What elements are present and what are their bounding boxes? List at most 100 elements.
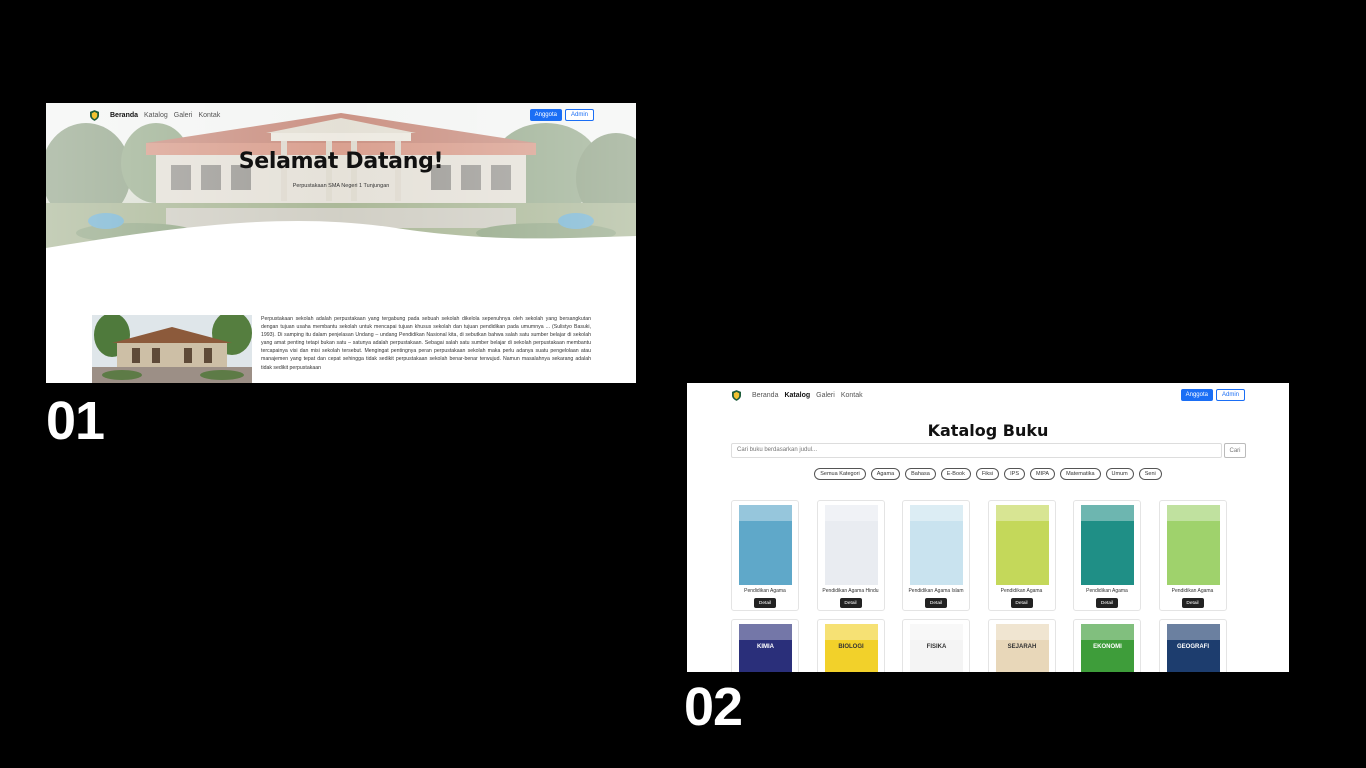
screen-label-01: 01 xyxy=(46,391,105,451)
book-cover[interactable] xyxy=(995,505,1049,585)
book-cover[interactable] xyxy=(910,505,963,585)
nav-item-beranda[interactable]: Beranda xyxy=(110,112,138,119)
nav-buttons: Anggota Admin xyxy=(1180,389,1245,401)
book-card[interactable]: EKONOMI xyxy=(1073,619,1141,672)
detail-button[interactable]: Detail xyxy=(839,598,862,608)
category-chip[interactable]: Semua Kategori xyxy=(814,468,866,480)
category-chip[interactable]: Fiksi xyxy=(975,468,1000,480)
hero-subtitle: Perpustakaan SMA Negeri 1 Tunjungan xyxy=(292,183,390,189)
cover-header xyxy=(739,505,792,521)
category-chip[interactable]: IPS xyxy=(1004,468,1026,480)
hero-wave-divider xyxy=(46,220,636,283)
nav-links: Beranda Katalog Galeri Kontak xyxy=(752,392,863,399)
hero-section: Selamat Datang! Perpustakaan SMA Negeri … xyxy=(46,103,636,283)
book-grid: Pendidikan Agama Detail Pendidikan Agama H… xyxy=(731,500,1231,672)
admin-button[interactable]: Admin xyxy=(564,109,594,121)
anggota-button[interactable]: Anggota xyxy=(1180,389,1213,401)
cover-subject: KIMIA xyxy=(757,644,774,650)
book-card[interactable]: Pendidikan Agama Islam Detail xyxy=(902,500,970,611)
nav-links: Beranda Katalog Galeri Kontak xyxy=(110,112,220,119)
book-title: Pendidikan Agama xyxy=(744,588,786,594)
nav-item-galeri[interactable]: Galeri xyxy=(174,112,193,119)
hero-title: Selamat Datang! xyxy=(238,149,444,174)
nav-item-galeri[interactable]: Galeri xyxy=(816,392,835,399)
cover-header xyxy=(910,624,963,640)
book-cover[interactable]: SEJARAH xyxy=(995,624,1049,672)
cover-header xyxy=(910,505,963,521)
catalog-title: Katalog Buku xyxy=(927,421,1049,440)
book-card[interactable]: KIMIA xyxy=(731,619,799,672)
book-cover[interactable]: KIMIA xyxy=(739,624,792,672)
book-cover[interactable]: EKONOMI xyxy=(1081,624,1134,672)
cover-subject: FISIKA xyxy=(926,644,947,650)
book-card[interactable]: Pendidikan Agama Detail xyxy=(1073,500,1141,611)
book-cover[interactable] xyxy=(739,505,792,585)
book-card[interactable]: GEOGRAFI xyxy=(1158,619,1227,672)
category-chip[interactable]: MIPA xyxy=(1030,468,1056,480)
nav-buttons: Anggota Admin xyxy=(529,109,594,121)
book-cover[interactable] xyxy=(1166,505,1220,585)
cover-header xyxy=(995,624,1049,640)
book-cover[interactable] xyxy=(824,505,878,585)
category-chip[interactable]: Bahasa xyxy=(905,468,936,480)
cover-subject: GEOGRAFI xyxy=(1176,644,1209,650)
book-title: Pendidikan Agama Islam xyxy=(908,588,964,594)
cover-header xyxy=(995,505,1049,521)
category-filters: Semua Kategori Agama Bahasa E-Book Fiksi… xyxy=(687,468,1289,480)
school-shield-logo-icon[interactable] xyxy=(732,389,741,401)
presentation-stage: Selamat Datang! Perpustakaan SMA Negeri … xyxy=(0,0,1366,768)
book-title: Pendidikan Agama Hindu xyxy=(822,588,879,594)
nav-item-beranda[interactable]: Beranda xyxy=(752,392,778,399)
book-cover[interactable]: FISIKA xyxy=(910,624,963,672)
book-card[interactable]: BIOLOGI xyxy=(816,619,885,672)
category-chip[interactable]: E-Book xyxy=(940,468,971,480)
school-shield-logo-icon[interactable] xyxy=(90,109,99,121)
navbar: Beranda Katalog Galeri Kontak Anggota Ad… xyxy=(732,388,1245,402)
screen-label-02: 02 xyxy=(684,677,743,737)
library-building-photo xyxy=(92,315,252,383)
cover-subject: SEJARAH xyxy=(1007,644,1037,650)
cover-subject: EKONOMI xyxy=(1093,644,1122,650)
nav-item-kontak[interactable]: Kontak xyxy=(198,112,220,119)
book-card[interactable]: SEJARAH xyxy=(987,619,1056,672)
search-bar: Cari buku berdasarkan judul... Cari xyxy=(731,443,1246,458)
book-card[interactable]: Pendidikan Agama Detail xyxy=(731,500,799,611)
category-chip[interactable]: Agama xyxy=(870,468,901,480)
detail-button[interactable]: Detail xyxy=(754,598,776,608)
book-title: Pendidikan Agama xyxy=(1000,588,1043,594)
book-card[interactable]: Pendidikan Agama Detail xyxy=(987,500,1056,611)
book-card[interactable]: Pendidikan Agama Detail xyxy=(1158,500,1227,611)
nav-item-katalog[interactable]: Katalog xyxy=(144,112,168,119)
book-cover[interactable] xyxy=(1081,505,1134,585)
cover-header xyxy=(1166,624,1220,640)
category-chip[interactable]: Umum xyxy=(1105,468,1134,480)
cover-header xyxy=(739,624,792,640)
cover-header xyxy=(1081,624,1134,640)
category-chip[interactable]: Matematika xyxy=(1060,468,1101,480)
book-cover[interactable]: GEOGRAFI xyxy=(1166,624,1220,672)
book-title: Pendidikan Agama xyxy=(1086,588,1128,594)
nav-item-katalog[interactable]: Katalog xyxy=(784,392,810,399)
navbar: Beranda Katalog Galeri Kontak Anggota Ad… xyxy=(90,108,594,122)
book-card[interactable]: FISIKA xyxy=(902,619,970,672)
search-input[interactable]: Cari buku berdasarkan judul... xyxy=(731,443,1222,458)
book-title: Pendidikan Agama xyxy=(1171,588,1214,594)
book-card[interactable]: Pendidikan Agama Hindu Detail xyxy=(816,500,885,611)
cover-subject: BIOLOGI xyxy=(838,644,864,650)
cover-header xyxy=(824,505,878,521)
detail-button[interactable]: Detail xyxy=(925,598,947,608)
search-button[interactable]: Cari xyxy=(1224,443,1246,458)
admin-button[interactable]: Admin xyxy=(1215,389,1245,401)
detail-button[interactable]: Detail xyxy=(1181,598,1204,608)
detail-button[interactable]: Detail xyxy=(1010,598,1033,608)
nav-item-kontak[interactable]: Kontak xyxy=(841,392,863,399)
cover-header xyxy=(1166,505,1220,521)
book-cover[interactable]: BIOLOGI xyxy=(824,624,878,672)
detail-button[interactable]: Detail xyxy=(1096,598,1118,608)
category-chip[interactable]: Seni xyxy=(1138,468,1162,480)
catalog-screenshot: Beranda Katalog Galeri Kontak Anggota Ad… xyxy=(687,383,1289,672)
about-paragraph: Perpustakaan sekolah adalah perpustakaan… xyxy=(261,316,591,371)
anggota-button[interactable]: Anggota xyxy=(529,109,562,121)
cover-header xyxy=(824,624,878,640)
homepage-screenshot: Selamat Datang! Perpustakaan SMA Negeri … xyxy=(46,103,636,383)
